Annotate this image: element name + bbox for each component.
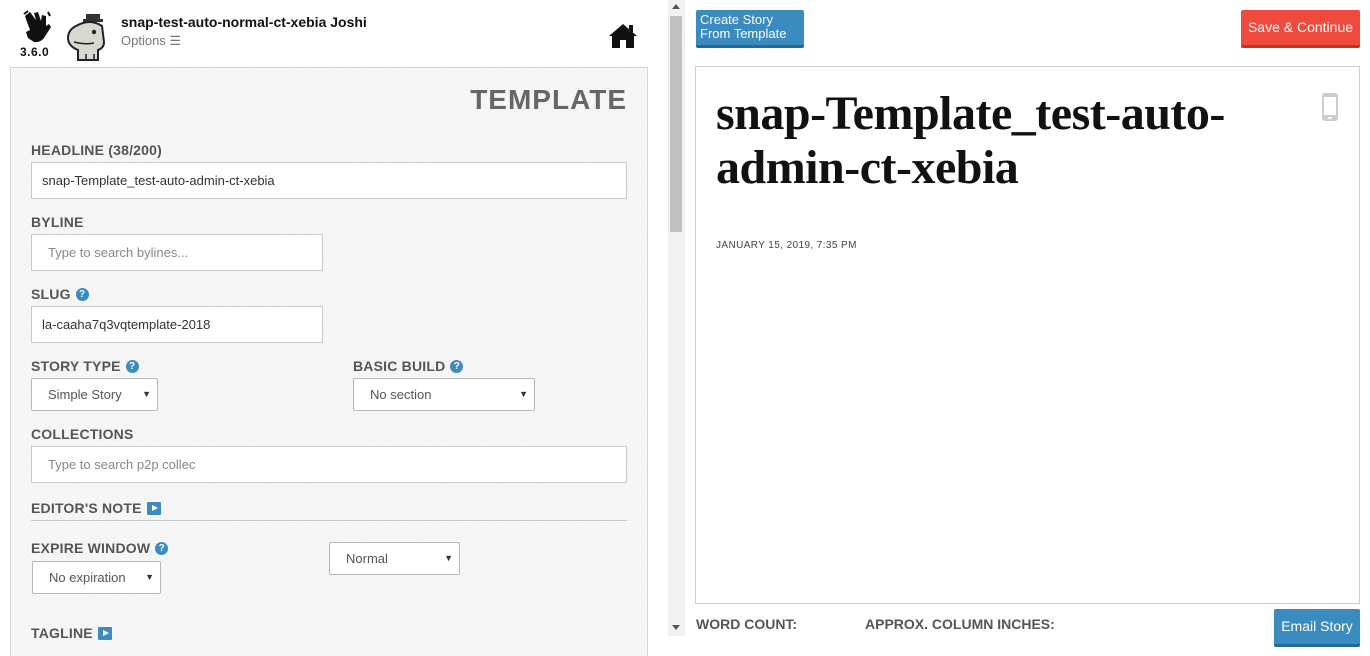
dino-avatar [66, 14, 106, 61]
slug-help-icon[interactable]: ? [75, 287, 89, 301]
expand-play-icon[interactable] [146, 501, 161, 515]
save-continue-button[interactable]: Save & Continue [1241, 10, 1360, 48]
snap-hand-logo[interactable] [22, 10, 52, 44]
headline-label-text: HEADLINE (38/200) [31, 142, 162, 158]
headline-input[interactable]: snap-Template_test-auto-admin-ct-xebia [31, 162, 627, 199]
byline-label-text: BYLINE [31, 214, 84, 230]
expire-window-label: EXPIRE WINDOW ? [31, 540, 169, 556]
scroll-thumb[interactable] [670, 16, 682, 232]
slug-label: SLUG ? [31, 286, 89, 302]
scroll-up-arrow-icon[interactable] [672, 4, 680, 9]
form-scrollbar[interactable] [668, 0, 685, 636]
preview-headline: snap-Template_test-auto-admin-ct-xebia [716, 87, 1225, 194]
basic-build-label: BASIC BUILD ? [353, 358, 464, 374]
byline-search-input[interactable]: Type to search bylines... [31, 234, 323, 271]
expire-window-value: No expiration [49, 570, 126, 585]
basic-build-value: No section [370, 387, 432, 402]
section-divider [31, 520, 627, 521]
story-type-label: STORY TYPE ? [31, 358, 139, 374]
column-inches-label: APPROX. COLUMN INCHES: [865, 616, 1055, 632]
expire-window-select[interactable]: No expiration ▼ [32, 561, 161, 594]
story-user-title: snap-test-auto-normal-ct-xebia Joshi [121, 14, 367, 30]
collections-label-text: COLLECTIONS [31, 426, 134, 442]
priority-select[interactable]: Normal ▼ [329, 542, 460, 575]
story-type-help-icon[interactable]: ? [125, 359, 139, 373]
collections-search-input[interactable]: Type to search p2p collec [31, 446, 627, 483]
story-preview: snap-Template_test-auto-admin-ct-xebia J… [695, 66, 1360, 604]
chevron-down-icon: ▼ [142, 389, 151, 399]
create-story-from-template-button[interactable]: Create Story From Template [696, 10, 804, 48]
basic-build-help-icon[interactable]: ? [450, 359, 464, 373]
headline-label: HEADLINE (38/200) [31, 142, 162, 158]
story-type-label-text: STORY TYPE [31, 358, 121, 374]
template-form: TEMPLATE HEADLINE (38/200) snap-Template… [10, 67, 648, 656]
basic-build-select[interactable]: No section ▼ [353, 378, 535, 411]
story-type-select[interactable]: Simple Story ▼ [31, 378, 158, 411]
options-menu[interactable]: Options ☰ [121, 33, 181, 49]
collections-label: COLLECTIONS [31, 426, 134, 442]
expand-play-icon[interactable] [97, 626, 112, 640]
byline-label: BYLINE [31, 214, 84, 230]
preview-date: JANUARY 15, 2019, 7:35 PM [716, 240, 857, 251]
editors-note-label-text: EDITOR'S NOTE [31, 500, 142, 516]
slug-input[interactable]: la-caaha7q3vqtemplate-2018 [31, 306, 323, 343]
home-icon[interactable] [607, 22, 639, 50]
panel-title: TEMPLATE [470, 84, 627, 115]
slug-label-text: SLUG [31, 286, 71, 302]
chevron-down-icon: ▼ [444, 553, 453, 563]
priority-value: Normal [346, 551, 388, 566]
tagline-label-text: TAGLINE [31, 625, 93, 641]
chevron-down-icon: ▼ [519, 389, 528, 399]
word-count-label: WORD COUNT: [696, 616, 798, 632]
mobile-preview-icon[interactable] [1321, 92, 1339, 122]
expire-window-label-text: EXPIRE WINDOW [31, 540, 151, 556]
editors-note-toggle[interactable]: EDITOR'S NOTE [31, 500, 161, 516]
chevron-down-icon: ▼ [145, 572, 154, 582]
basic-build-label-text: BASIC BUILD [353, 358, 446, 374]
expire-window-help-icon[interactable]: ? [155, 541, 169, 555]
app-version: 3.6.0 [20, 45, 50, 59]
scroll-down-arrow-icon[interactable] [672, 625, 680, 630]
app-header: 3.6.0 snap-test-auto-normal-ct-xebia Jos… [0, 0, 660, 66]
tagline-toggle[interactable]: TAGLINE [31, 625, 112, 641]
story-type-value: Simple Story [48, 387, 122, 402]
email-story-button[interactable]: Email Story [1274, 609, 1360, 647]
